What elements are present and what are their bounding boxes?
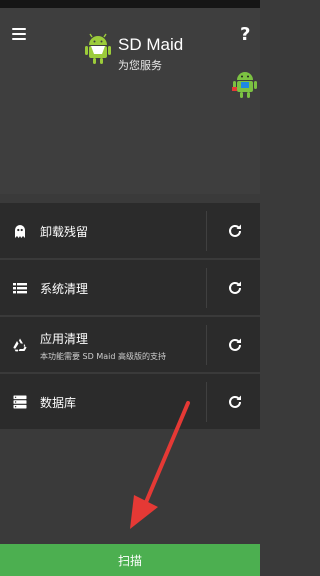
scan-button[interactable]: 扫描 [0,544,260,576]
refresh-icon[interactable] [226,222,244,240]
tool-row-corpsefinder[interactable]: 卸载残留 [0,203,260,259]
list-icon [13,283,27,294]
refresh-icon[interactable] [226,279,244,297]
app-title: SD Maid [118,35,184,54]
menu-icon[interactable] [12,28,26,40]
tool-row-systemcleaner[interactable]: 系统清理 [0,260,260,316]
tool-label: 应用清理 [40,332,89,346]
tool-label: 数据库 [40,396,77,410]
row-divider [206,268,207,308]
tool-row-appcleaner[interactable]: 应用清理 本功能需要 SD Maid 高级版的支持 [0,317,260,373]
refresh-icon[interactable] [226,336,244,354]
row-divider [206,211,207,251]
ghost-icon [15,225,25,238]
row-divider [206,325,207,365]
tool-label: 系统清理 [40,282,89,296]
row-divider [206,382,207,422]
tool-sublabel: 本功能需要 SD Maid 高级版的支持 [40,352,166,361]
scan-button-label: 扫描 [117,553,142,568]
refresh-icon[interactable] [226,393,244,411]
status-bar [0,0,260,8]
help-button[interactable]: ? [240,24,250,45]
recycle-icon [13,338,27,352]
sd-maid-logo-icon [85,33,111,64]
tool-label: 卸载残留 [40,225,89,239]
app-subtitle: 为您服务 [118,59,162,72]
app-header: SD Maid 为您服务 ? [0,8,260,194]
database-icon [13,395,27,409]
annotation-arrow-icon [130,401,190,529]
mascot-icon[interactable] [232,68,258,100]
